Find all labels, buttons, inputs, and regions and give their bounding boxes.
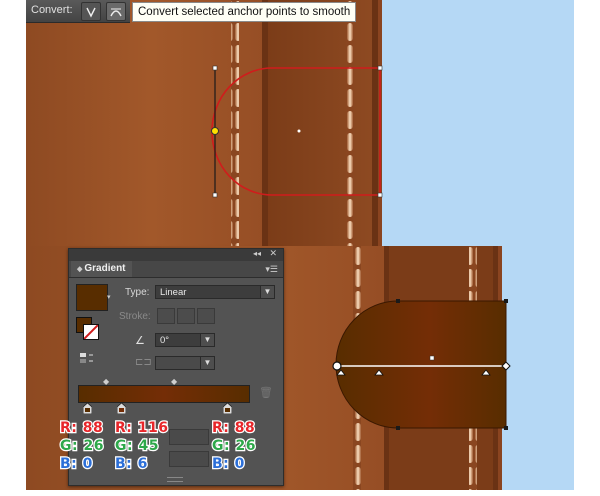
stroke-across-button[interactable] [197,308,215,324]
aspect-ratio-field[interactable]: ▼ [155,356,215,370]
canvas-top [26,0,574,246]
chevron-down-icon: ▼ [200,357,214,369]
anchor-point[interactable] [377,65,383,71]
convert-to-corner-icon [86,7,96,18]
stop-2-red: R: 116 [114,419,170,437]
panel-titlebar[interactable]: ◂◂ ✕ [69,248,283,261]
stop-3-blue: B: 0 [211,455,246,473]
belt-loop-edge [262,0,268,246]
none-icon [84,325,98,339]
anchor-point[interactable] [504,426,508,430]
stroke-label: Stroke: [119,311,151,322]
location-field[interactable] [169,451,209,467]
stop-1-green: G: 26 [59,437,105,455]
center-point [297,129,301,133]
stop-2-green: G: 45 [114,437,160,455]
reverse-gradient-icon[interactable] [79,351,95,365]
angle-icon: ∠ [135,335,145,347]
color-stop[interactable] [117,403,126,414]
gradient-midpoint[interactable] [429,355,435,361]
convert-label: Convert: [31,4,73,16]
color-stop[interactable] [223,403,232,414]
chevron-down-icon: ▼ [200,334,214,346]
angle-value: 0° [160,335,170,346]
stop-1-red: R: 88 [59,419,104,437]
handle-point[interactable] [212,65,218,71]
control-bar: Convert: [26,0,130,23]
anchor-point[interactable] [504,299,508,303]
aspect-ratio-icon: ⊏⊐ [135,357,152,368]
stitch-line [231,0,239,246]
chevron-down-icon: ▼ [260,286,274,298]
trash-icon[interactable]: 🗑 [259,386,273,399]
convert-to-smooth-button[interactable] [106,2,126,21]
opacity-field[interactable] [169,429,209,445]
angle-field[interactable]: 0° ▼ [155,333,215,347]
panel-menu-icon[interactable]: ▾☰ [265,264,278,275]
selected-anchor-point[interactable] [211,127,219,135]
type-label: Type: [125,287,150,298]
gradient-origin-handle[interactable] [332,361,342,371]
stitch-line [346,0,354,246]
convert-to-smooth-icon [110,8,122,16]
convert-to-corner-button[interactable] [81,2,101,21]
type-value: Linear [160,287,187,298]
tab-gradient[interactable]: ◆ Gradient [71,261,132,277]
belt-loop-edge [372,0,378,246]
color-stop[interactable] [83,403,92,414]
handle-point[interactable] [212,192,218,198]
tooltip: Convert selected anchor points to smooth [132,2,357,22]
close-icon[interactable]: ✕ [269,248,277,259]
anchor-point[interactable] [396,426,400,430]
panel-tabs: ◆ Gradient ▾☰ [69,261,283,278]
belt-loop [266,0,376,246]
chevron-down-icon[interactable]: ▾ [107,293,111,301]
collapse-icon[interactable]: ◂◂ [253,249,261,258]
expand-icon: ◆ [77,266,83,273]
resize-grip[interactable] [167,477,183,482]
stop-1-blue: B: 0 [59,455,94,473]
gradient-thumbnail[interactable] [76,284,108,311]
anchor-point[interactable] [377,192,383,198]
stroke-swatch[interactable] [83,324,99,340]
stop-3-green: G: 26 [211,437,257,455]
gradient-slider[interactable] [78,385,250,403]
stroke-along-button[interactable] [177,308,195,324]
artboard-top [26,0,383,246]
stop-3-red: R: 88 [211,419,256,437]
stroke-within-button[interactable] [157,308,175,324]
anchor-point[interactable] [396,299,400,303]
stop-2-blue: B: 6 [114,455,149,473]
type-dropdown[interactable]: Linear ▼ [155,285,275,299]
belt-tongue-shape[interactable] [335,300,507,429]
